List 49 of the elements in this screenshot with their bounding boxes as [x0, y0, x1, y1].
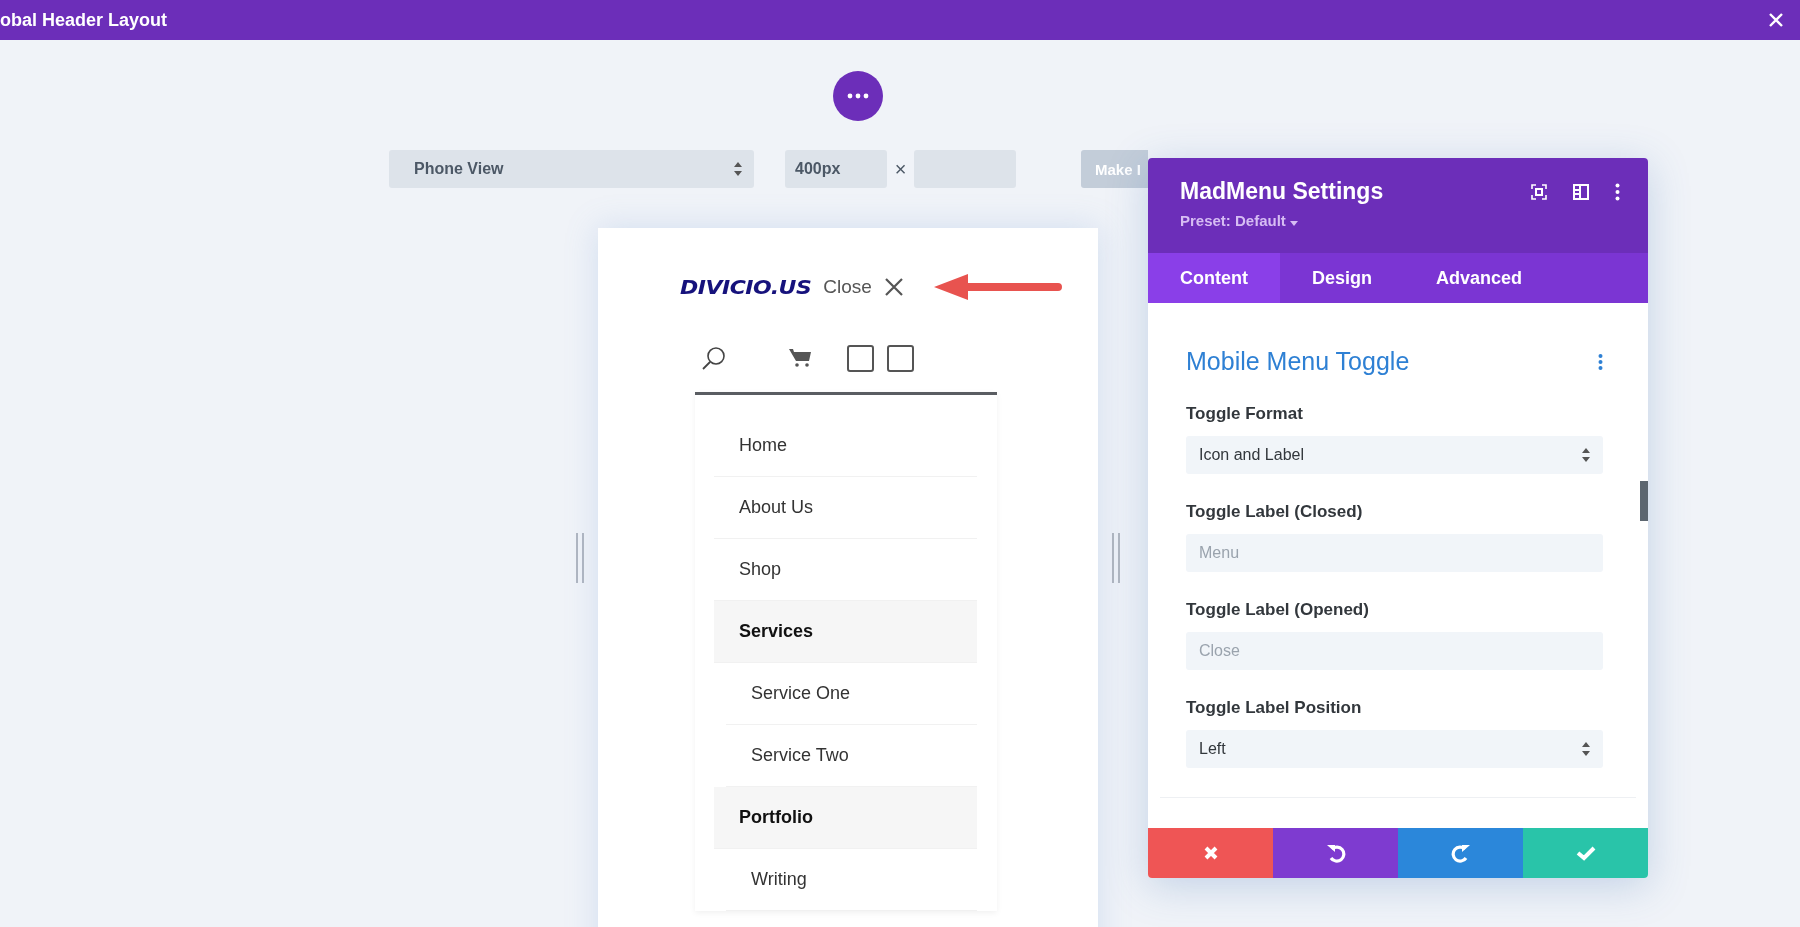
- menu-item[interactable]: Writing: [726, 849, 977, 911]
- close-icon[interactable]: [883, 277, 904, 297]
- menu-item[interactable]: Portfolio: [714, 787, 977, 849]
- tab[interactable]: Content: [1148, 253, 1280, 303]
- fullscreen-icon[interactable]: [1531, 184, 1547, 200]
- select-arrows-icon: [734, 162, 742, 176]
- logo[interactable]: DIVICIO.US: [680, 276, 812, 298]
- close-icon: [1202, 845, 1219, 861]
- tab[interactable]: Advanced: [1404, 253, 1555, 303]
- more-icon: [847, 93, 869, 99]
- redo-icon: [1450, 843, 1471, 863]
- select-field[interactable]: Left: [1186, 730, 1603, 768]
- field-label: Toggle Label (Opened): [1186, 600, 1370, 620]
- tab[interactable]: Design: [1280, 253, 1404, 303]
- resize-handle[interactable]: [575, 533, 585, 583]
- toggle-label[interactable]: Close: [823, 276, 872, 298]
- resize-handle[interactable]: [1111, 533, 1121, 583]
- input-field[interactable]: Menu: [1186, 534, 1603, 572]
- preset-dropdown[interactable]: Preset: Default: [1180, 212, 1384, 229]
- window-title: obal Header Layout: [0, 9, 168, 31]
- search-icon[interactable]: [701, 345, 727, 371]
- width-field[interactable]: 400px: [785, 150, 887, 188]
- field-label: Toggle Label Position: [1186, 698, 1363, 718]
- undo-button[interactable]: [1273, 828, 1398, 878]
- kebab-icon[interactable]: [1615, 183, 1620, 201]
- undo-icon: [1325, 843, 1346, 863]
- menu-item[interactable]: About Us: [714, 477, 977, 539]
- square-icon[interactable]: [847, 344, 874, 372]
- select-arrows-icon: [1582, 448, 1590, 462]
- times-sign: ×: [893, 157, 908, 181]
- menu-item[interactable]: Home: [714, 415, 977, 477]
- menu-item[interactable]: Service One: [726, 663, 977, 725]
- check-icon: [1575, 845, 1596, 861]
- cart-icon[interactable]: [789, 348, 811, 368]
- menu-item[interactable]: Services: [714, 601, 977, 663]
- columns-icon[interactable]: [1573, 184, 1589, 200]
- select-field[interactable]: Icon and Label: [1186, 436, 1603, 474]
- more-button[interactable]: [833, 71, 883, 121]
- square-icon[interactable]: [887, 344, 914, 372]
- scrollbar[interactable]: [1640, 481, 1648, 521]
- view-select[interactable]: Phone View: [389, 150, 754, 188]
- field-label: Toggle Format: [1186, 404, 1304, 424]
- field-label: Toggle Label (Closed): [1186, 502, 1364, 522]
- section-title[interactable]: Mobile Menu Toggle: [1186, 347, 1410, 376]
- panel-title: MadMenu Settings: [1180, 178, 1384, 205]
- select-arrows-icon: [1582, 742, 1590, 756]
- kebab-icon[interactable]: [1598, 353, 1603, 370]
- caret-icon: [1290, 221, 1299, 226]
- input-field[interactable]: Close: [1186, 632, 1603, 670]
